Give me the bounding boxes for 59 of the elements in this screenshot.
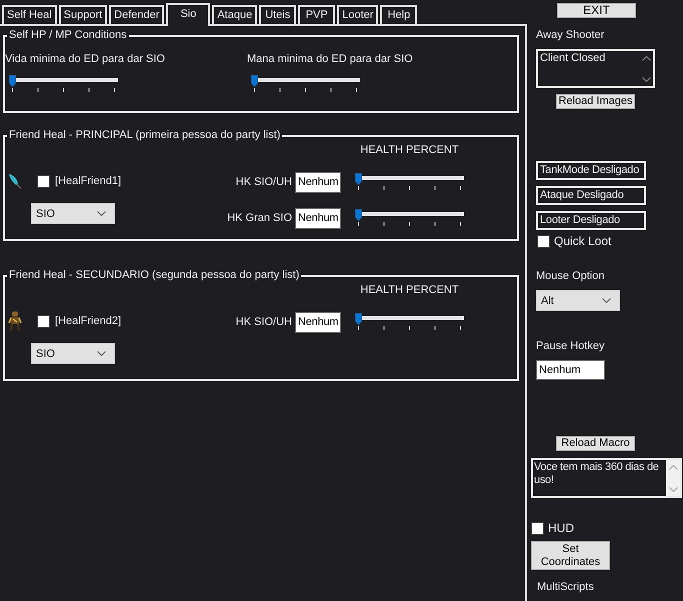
spell-dropdown[interactable]: SIO: [31, 343, 115, 364]
slider-thumb[interactable]: [355, 209, 362, 221]
checkbox[interactable]: [37, 174, 50, 188]
group-title: Friend Heal - PRINCIPAL (primeira pessoa do party list): [8, 129, 282, 142]
checkbox-label[interactable]: Quick Loot: [554, 235, 612, 248]
hotkey-label: HK SIO/UH: [234, 315, 293, 330]
chevron-down-icon: [97, 211, 106, 216]
slider-label: Vida minima do ED para dar SIO: [5, 53, 166, 66]
message-textarea[interactable]: Voce tem mais 360 dias de uso!: [531, 458, 682, 498]
status-indicator: TankMode Desligado: [536, 161, 646, 180]
hotkey-field[interactable]: Nenhum: [295, 208, 341, 229]
tab[interactable]: Ataque: [212, 5, 258, 24]
checkbox-label[interactable]: [HealFriend1]: [55, 174, 122, 188]
hotkey-label: HK Gran SIO: [226, 211, 293, 226]
log-textarea[interactable]: Client Closed: [536, 49, 655, 88]
tab[interactable]: Defender: [109, 5, 164, 24]
group-title: Friend Heal - SECUNDARIO (segunda pessoa do party list): [8, 269, 300, 282]
checkbox[interactable]: [531, 522, 544, 535]
slider-thumb[interactable]: [355, 313, 362, 325]
footer-label: MultiScripts: [537, 581, 594, 594]
checkbox[interactable]: [37, 314, 50, 328]
tab[interactable]: Uteis: [259, 5, 296, 24]
slider-thumb[interactable]: [251, 75, 258, 87]
set-coordinates-button[interactable]: Set Coordinates: [531, 541, 610, 570]
mouse-option-dropdown[interactable]: Alt: [536, 290, 620, 311]
checkbox-label[interactable]: [HealFriend2]: [55, 314, 122, 328]
tab[interactable]: Sio: [166, 3, 210, 26]
column-header: HEALTH PERCENT: [359, 284, 460, 297]
group-title: Self HP / MP Conditions: [8, 29, 128, 42]
column-header: HEALTH PERCENT: [359, 144, 460, 157]
section-label: Away Shooter: [536, 29, 604, 42]
chevron-down-icon[interactable]: [642, 77, 650, 82]
hotkey-label: HK SIO/UH: [234, 175, 293, 190]
status-indicator: Ataque Desligado: [536, 186, 646, 205]
tab[interactable]: PVP: [298, 5, 336, 24]
hotkey-field[interactable]: Nenhum: [295, 172, 341, 193]
checkbox-label[interactable]: HUD: [548, 522, 574, 535]
status-indicator: Looter Desligado: [536, 211, 646, 230]
slider-thumb[interactable]: [9, 75, 16, 87]
tab[interactable]: Looter: [337, 5, 378, 24]
chevron-down-icon: [97, 351, 106, 356]
chevron-up-icon[interactable]: [642, 56, 650, 61]
reload-images-button[interactable]: Reload Images: [556, 94, 635, 109]
feather-icon: [8, 173, 22, 189]
exit-button[interactable]: EXIT: [557, 3, 636, 18]
section-label: Pause Hotkey: [536, 340, 604, 353]
tab[interactable]: Self Heal: [2, 5, 57, 24]
spell-dropdown[interactable]: SIO: [31, 203, 115, 224]
tab[interactable]: Support: [58, 5, 108, 24]
reload-macro-button[interactable]: Reload Macro: [556, 436, 635, 451]
figure-icon: [8, 311, 22, 331]
slider-label: Mana minima do ED para dar SIO: [247, 53, 414, 66]
hotkey-field[interactable]: Nenhum: [536, 360, 605, 380]
chevron-down-icon: [602, 298, 611, 303]
section-label: Mouse Option: [536, 270, 604, 283]
hotkey-field[interactable]: Nenhum: [295, 312, 341, 333]
checkbox[interactable]: [537, 235, 550, 248]
tab[interactable]: Help: [380, 5, 418, 24]
slider-thumb[interactable]: [355, 173, 362, 185]
